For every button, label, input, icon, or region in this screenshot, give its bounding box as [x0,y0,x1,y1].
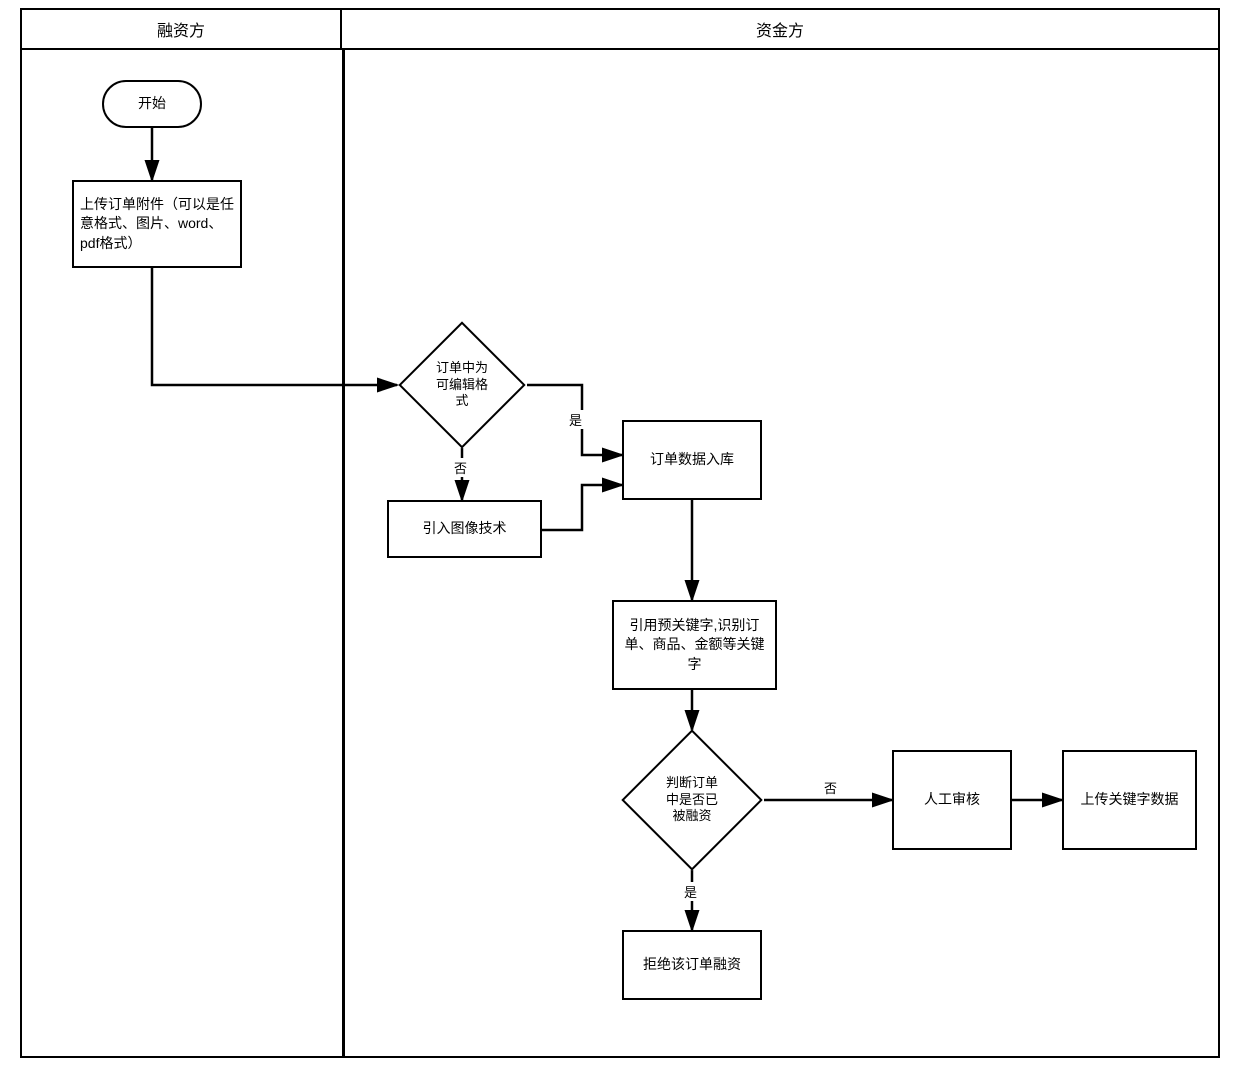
upload-process: 上传订单附件（可以是任意格式、图片、word、pdf格式） [72,180,242,268]
reject-process: 拒绝该订单融资 [622,930,762,1000]
decision-format-text: 订单中为可编辑格式 [417,340,507,430]
lane-header-right: 资金方 [342,10,1218,48]
edge-label-no-2: 否 [822,778,839,797]
data-store-process: 订单数据入库 [622,420,762,500]
start-terminator: 开始 [102,80,202,128]
swimlane-diagram: 融资方 资金方 [20,8,1220,1058]
lane-header: 融资方 资金方 [22,10,1218,50]
lane-divider [342,50,345,1056]
image-tech-process: 引入图像技术 [387,500,542,558]
edge-label-yes-2: 是 [682,882,699,901]
lane-body: 开始 上传订单附件（可以是任意格式、图片、word、pdf格式） 订单中为可编辑… [22,50,1218,1056]
decision-financed: 判断订单中是否已被融资 [642,750,742,850]
manual-review-process: 人工审核 [892,750,1012,850]
upload-keywords-process: 上传关键字数据 [1062,750,1197,850]
keywords-process: 引用预关键字,识别订单、商品、金额等关键字 [612,600,777,690]
decision-financed-text: 判断订单中是否已被融资 [642,750,742,850]
edge-label-no-1: 否 [452,458,469,477]
edge-label-yes-1: 是 [567,410,584,429]
decision-format: 订单中为可编辑格式 [417,340,507,430]
lane-header-left: 融资方 [22,10,342,48]
